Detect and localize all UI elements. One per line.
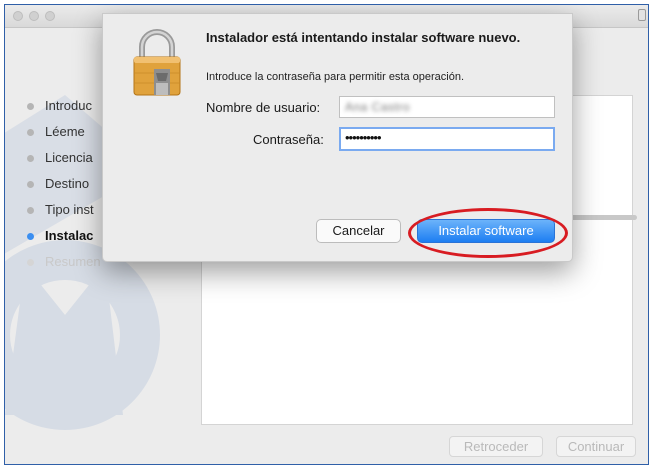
step-destination: Destino [27, 171, 101, 197]
step-label: Instalac [45, 228, 94, 243]
step-bullet [27, 233, 34, 240]
step-introduction: Introduc [27, 93, 101, 119]
step-installation: Instalac [27, 223, 101, 249]
step-bullet [27, 129, 34, 136]
step-label: Resumen [45, 254, 101, 269]
step-label: Licencia [45, 150, 93, 165]
username-label: Nombre de usuario: [206, 100, 321, 115]
highlight-annotation [408, 208, 568, 258]
progress-bar [565, 215, 637, 220]
step-bullet [27, 207, 34, 214]
step-label: Léeme [45, 124, 85, 139]
dialog-title: Instalador está intentando instalar soft… [206, 30, 521, 45]
lock-icon [638, 9, 646, 21]
step-install-type: Tipo inst [27, 197, 101, 223]
password-label: Contraseña: [253, 132, 324, 147]
continue-button[interactable]: Continuar [556, 436, 636, 457]
screenshot-frame: Introduc Léeme Licencia Destino Tipo ins… [4, 4, 649, 465]
step-bullet [27, 259, 34, 266]
password-field[interactable]: •••••••••• [339, 127, 555, 151]
installer-steps-sidebar: Introduc Léeme Licencia Destino Tipo ins… [27, 93, 101, 275]
step-summary: Resumen [27, 249, 101, 275]
username-field[interactable]: Ana Castro [339, 96, 555, 118]
back-button[interactable]: Retroceder [449, 436, 543, 457]
dialog-message: Introduce la contraseña para permitir es… [206, 71, 465, 83]
username-value: Ana Castro [345, 100, 411, 114]
padlock-icon [133, 29, 181, 96]
step-label: Destino [45, 176, 90, 191]
zoom-window-button[interactable] [45, 11, 55, 21]
step-license: Licencia [27, 145, 101, 171]
step-label: Introduc [45, 98, 92, 113]
minimize-window-button[interactable] [29, 11, 39, 21]
step-bullet [27, 103, 34, 110]
step-label: Tipo inst [45, 202, 94, 217]
step-readme: Léeme [27, 119, 101, 145]
cancel-button[interactable]: Cancelar [316, 219, 401, 243]
password-value: •••••••••• [345, 130, 382, 145]
step-bullet [27, 155, 34, 162]
close-window-button[interactable] [13, 11, 23, 21]
step-bullet [27, 181, 34, 188]
